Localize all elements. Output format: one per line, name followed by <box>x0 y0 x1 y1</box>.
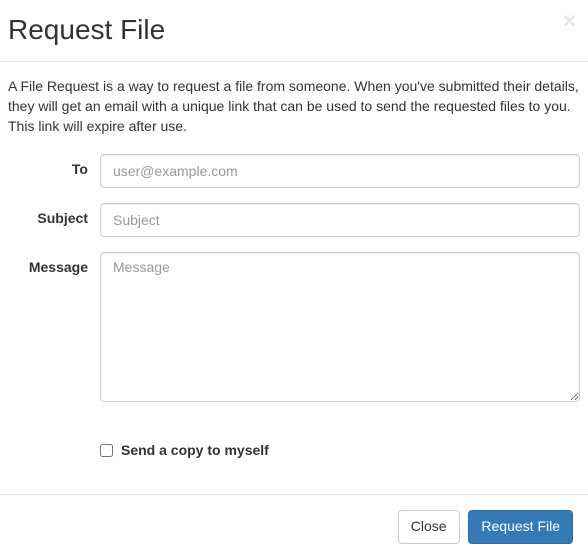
send-copy-label[interactable]: Send a copy to myself <box>121 442 269 458</box>
subject-input[interactable] <box>100 203 580 237</box>
modal-header: × Request File <box>0 0 588 62</box>
close-icon[interactable]: × <box>563 10 576 32</box>
modal-body: A File Request is a way to request a fil… <box>0 62 588 477</box>
description-text: A File Request is a way to request a fil… <box>8 77 580 137</box>
form-group-subject: Subject <box>8 203 580 237</box>
request-file-button[interactable]: Request File <box>468 510 573 544</box>
message-label: Message <box>8 252 100 275</box>
to-input[interactable] <box>100 154 580 188</box>
message-textarea[interactable] <box>100 252 580 402</box>
send-copy-row: Send a copy to myself <box>8 417 580 458</box>
form-group-message: Message <box>8 252 580 402</box>
subject-label: Subject <box>8 203 100 226</box>
send-copy-checkbox[interactable] <box>100 444 113 457</box>
modal-footer: Close Request File <box>0 494 588 559</box>
close-button[interactable]: Close <box>398 510 460 544</box>
to-label: To <box>8 154 100 177</box>
modal-title: Request File <box>8 15 573 46</box>
form-group-to: To <box>8 154 580 188</box>
